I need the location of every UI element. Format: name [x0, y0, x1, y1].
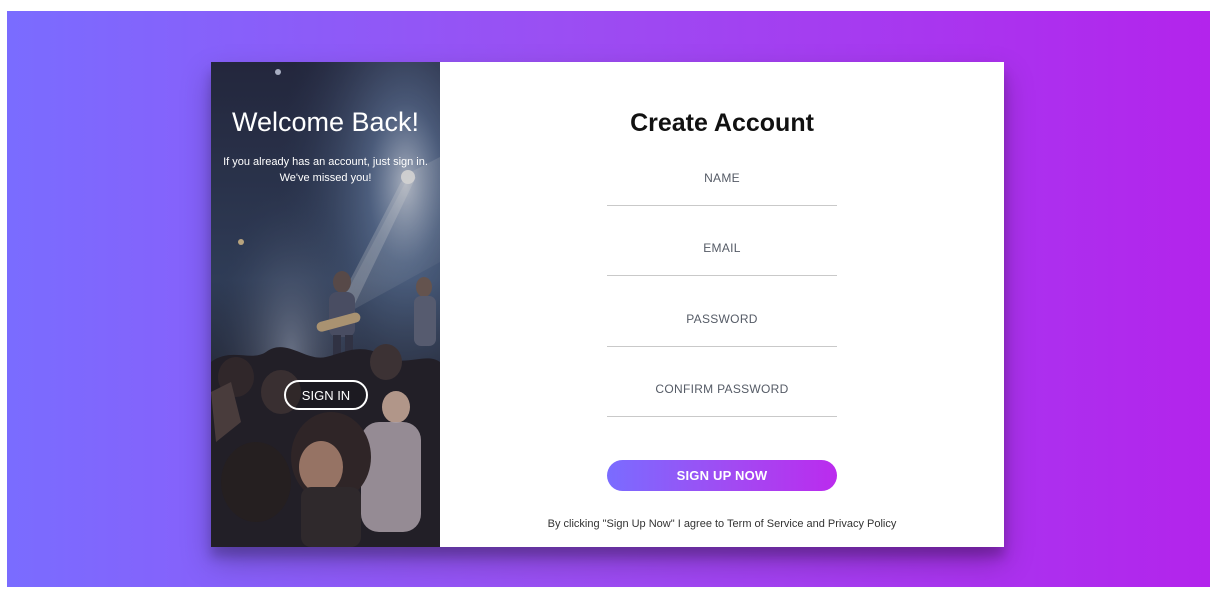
password-field [607, 307, 837, 347]
name-input[interactable] [607, 166, 837, 190]
name-field [607, 166, 837, 206]
signup-panel: Create Account SIGN UP NOW By clicking "… [440, 62, 1004, 547]
email-input[interactable] [607, 236, 837, 260]
sign-in-button[interactable]: SIGN IN [284, 380, 368, 410]
form-title: Create Account [630, 109, 814, 137]
welcome-panel: Welcome Back! If you already has an acco… [211, 62, 440, 547]
sign-up-button[interactable]: SIGN UP NOW [607, 460, 837, 491]
confirm-password-field [607, 377, 837, 417]
welcome-content: Welcome Back! If you already has an acco… [211, 62, 440, 547]
welcome-message: If you already has an account, just sign… [223, 156, 428, 184]
auth-card: Welcome Back! If you already has an acco… [211, 62, 1004, 547]
confirm-password-input[interactable] [607, 377, 837, 401]
terms-text: By clicking "Sign Up Now" I agree to Ter… [547, 518, 897, 530]
password-input[interactable] [607, 307, 837, 331]
email-field [607, 236, 837, 276]
welcome-title: Welcome Back! [231, 107, 420, 137]
